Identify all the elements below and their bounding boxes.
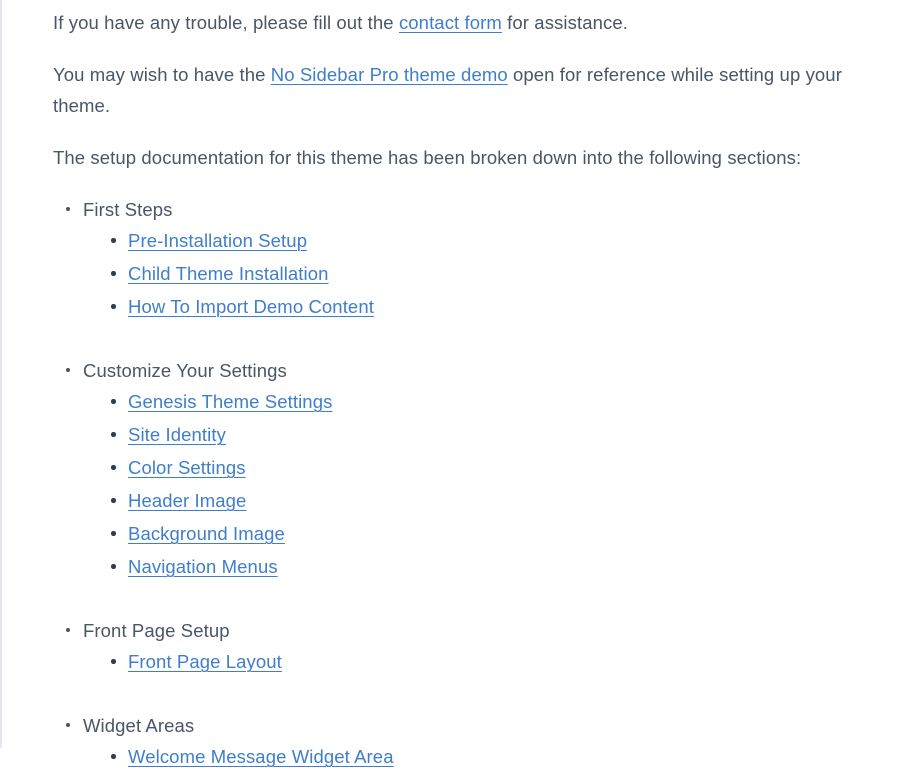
doc-section-link[interactable]: Genesis Theme Settings bbox=[128, 391, 332, 412]
content-column: If you have any trouble, please fill out… bbox=[2, 0, 900, 774]
doc-section-link[interactable]: Site Identity bbox=[128, 424, 226, 445]
doc-section-link[interactable]: Color Settings bbox=[128, 457, 246, 478]
outline-sub-item: Genesis Theme Settings bbox=[99, 386, 870, 419]
bullet-icon bbox=[66, 628, 70, 632]
paragraph-trouble-after: for assistance. bbox=[501, 12, 628, 33]
documentation-outline: First Steps Pre-Installation Setup Child T… bbox=[53, 194, 870, 774]
outline-sublist: Front Page Layout bbox=[83, 646, 870, 679]
outline-group: First Steps Pre-Installation Setup Child T… bbox=[53, 194, 870, 324]
outline-group-label: First Steps bbox=[83, 199, 173, 220]
outline-sublist: Welcome Message Widget Area bbox=[83, 741, 870, 774]
outline-sub-item: Welcome Message Widget Area bbox=[99, 741, 870, 774]
outline-sublist: Pre-Installation Setup Child Theme Instal… bbox=[83, 225, 870, 324]
outline-sub-item: Color Settings bbox=[99, 452, 870, 485]
doc-section-link[interactable]: Child Theme Installation bbox=[128, 263, 329, 284]
outline-group: Customize Your Settings Genesis Theme Set… bbox=[53, 355, 870, 584]
bullet-icon bbox=[111, 399, 116, 404]
doc-section-link[interactable]: Background Image bbox=[128, 523, 285, 544]
paragraph-demo-before: You may wish to have the bbox=[53, 64, 271, 85]
outline-sublist: Genesis Theme Settings Site Identity Color… bbox=[83, 386, 870, 584]
outline-sub-item: Pre-Installation Setup bbox=[99, 225, 870, 258]
bullet-icon bbox=[111, 432, 116, 437]
bullet-icon bbox=[111, 304, 116, 309]
outline-sub-item: Front Page Layout bbox=[99, 646, 870, 679]
doc-section-link[interactable]: Header Image bbox=[128, 490, 246, 511]
outline-sub-item: Navigation Menus bbox=[99, 551, 870, 584]
bullet-icon bbox=[111, 238, 116, 243]
outline-group-label: Widget Areas bbox=[83, 715, 195, 736]
paragraph-trouble: If you have any trouble, please fill out… bbox=[53, 0, 870, 38]
doc-section-link[interactable]: Navigation Menus bbox=[128, 556, 278, 577]
outline-sub-item: How To Import Demo Content bbox=[99, 291, 870, 324]
bullet-icon bbox=[111, 564, 116, 569]
bullet-icon bbox=[111, 271, 116, 276]
bullet-icon bbox=[111, 659, 116, 664]
outline-sub-item: Site Identity bbox=[99, 419, 870, 452]
outline-group: Front Page Setup Front Page Layout bbox=[53, 615, 870, 679]
outline-group: Widget Areas Welcome Message Widget Area bbox=[53, 710, 870, 774]
doc-section-link[interactable]: Front Page Layout bbox=[128, 651, 282, 672]
doc-section-link[interactable]: How To Import Demo Content bbox=[128, 296, 374, 317]
documentation-page: If you have any trouble, please fill out… bbox=[0, 0, 900, 767]
paragraph-intro: The setup documentation for this theme h… bbox=[53, 147, 802, 168]
bullet-icon bbox=[111, 531, 116, 536]
outline-group-label: Front Page Setup bbox=[83, 620, 230, 641]
theme-demo-link[interactable]: No Sidebar Pro theme demo bbox=[271, 64, 508, 85]
doc-section-link[interactable]: Pre-Installation Setup bbox=[128, 230, 307, 251]
bullet-icon bbox=[111, 498, 116, 503]
paragraph-trouble-before: If you have any trouble, please fill out… bbox=[53, 12, 399, 33]
outline-sub-item: Child Theme Installation bbox=[99, 258, 870, 291]
documentation-outline-wrapper: First Steps Pre-Installation Setup Child T… bbox=[53, 194, 870, 774]
bullet-icon bbox=[111, 465, 116, 470]
outline-group-label: Customize Your Settings bbox=[83, 360, 287, 381]
doc-section-link[interactable]: Welcome Message Widget Area bbox=[128, 746, 394, 767]
outline-sub-item: Background Image bbox=[99, 518, 870, 551]
paragraph-demo-reference: You may wish to have the No Sidebar Pro … bbox=[53, 59, 870, 121]
bullet-icon bbox=[66, 723, 70, 727]
outline-sub-item: Header Image bbox=[99, 485, 870, 518]
bullet-icon bbox=[66, 368, 70, 372]
bullet-icon bbox=[111, 754, 116, 759]
bullet-icon bbox=[66, 207, 70, 211]
contact-form-link[interactable]: contact form bbox=[399, 12, 502, 33]
